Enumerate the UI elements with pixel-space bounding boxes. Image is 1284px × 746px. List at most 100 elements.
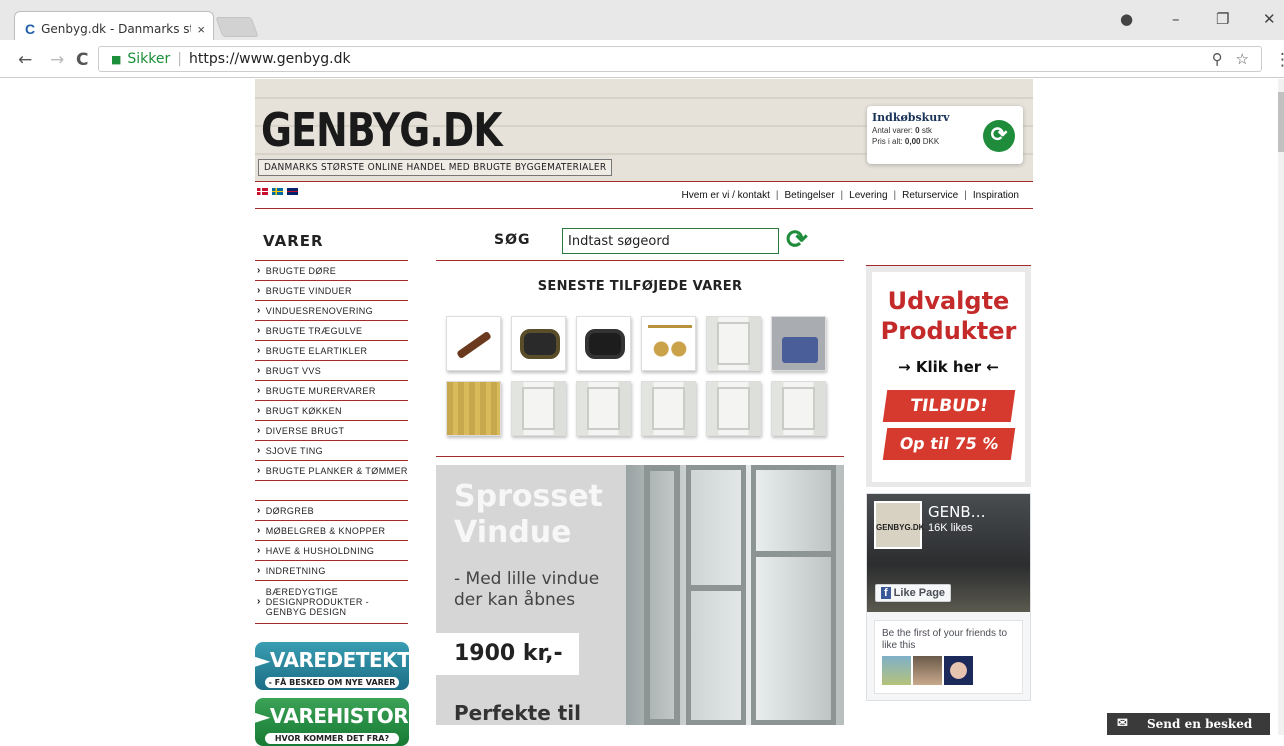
swedish-flag-icon[interactable] (272, 188, 283, 195)
zoom-icon[interactable]: ⚲ (1212, 50, 1223, 68)
like-label: Like Page (893, 587, 946, 599)
menu-icon[interactable]: ⋮ (1274, 50, 1284, 70)
sidebar-item[interactable]: HAVE & HUSHOLDNING (255, 541, 408, 561)
product-thumb[interactable] (446, 381, 501, 436)
minimize-button[interactable]: – (1172, 10, 1180, 28)
promo-title: Sprosset Vindue (454, 479, 603, 551)
sidebar-item[interactable]: DIVERSE BRUGT (255, 421, 408, 441)
main-column: SØG ⟳ SENESTE TILFØJEDE VARER (436, 216, 844, 725)
friend-avatar[interactable] (913, 656, 942, 685)
product-thumb[interactable] (706, 381, 761, 436)
promo-window-image (626, 465, 844, 725)
product-thumb[interactable] (771, 381, 826, 436)
reload-icon[interactable]: C (76, 50, 88, 70)
new-tab-button[interactable] (215, 17, 259, 37)
promo-title-line: Sprosset (454, 479, 603, 514)
search-go-icon[interactable]: ⟳ (786, 224, 808, 255)
browser-tab-bar: C Genbyg.dk - Danmarks st × ● – ❐ ✕ (0, 0, 1284, 40)
cart-refresh-icon[interactable]: ⟳ (983, 120, 1015, 152)
link-return[interactable]: Returservice (902, 190, 958, 201)
bookmark-star-icon[interactable]: ☆ (1236, 50, 1249, 68)
window-frame (751, 551, 836, 557)
window-frame (686, 585, 746, 591)
sidebar-item[interactable]: DØRGREB (255, 501, 408, 521)
sidebar-item[interactable]: VINDUESRENOVERING (255, 301, 408, 321)
sidebar-item[interactable]: MØBELGREB & KNOPPER (255, 521, 408, 541)
promo-price: 1900 kr,- (436, 633, 579, 675)
link-contact[interactable]: Hvem er vi / kontakt (682, 190, 770, 201)
chat-widget[interactable]: ✉ Send en besked (1107, 713, 1270, 735)
product-thumb[interactable] (511, 316, 566, 371)
varedetektiv-label: ►VAREDETEKTIV (255, 648, 433, 672)
url-text: https://www.genbyg.dk (189, 51, 351, 67)
browser-tab[interactable]: C Genbyg.dk - Danmarks st × (14, 11, 214, 40)
product-thumb[interactable] (576, 381, 631, 436)
search-bar: SØG ⟳ (436, 216, 844, 261)
friend-avatar[interactable] (944, 656, 973, 685)
page-content: GENBYG.DK DANMARKS STØRSTE ONLINE HANDEL… (0, 79, 1284, 746)
envelope-icon: ✉ (1117, 716, 1128, 731)
section-divider (436, 456, 844, 457)
promo-banner[interactable]: Sprosset Vindue - Med lille vindue der kan… (436, 465, 844, 725)
facebook-page-thumb[interactable]: GENBYG.DK (874, 501, 924, 549)
link-inspiration[interactable]: Inspiration (973, 190, 1019, 201)
shopping-cart[interactable]: Indkøbskurv Antal varer: 0 stk Pris i al… (867, 106, 1023, 164)
facebook-friends-box: Be the first of your friends to like thi… (874, 620, 1023, 694)
restore-button[interactable]: ❐ (1216, 10, 1229, 28)
uk-flag-icon[interactable] (287, 188, 298, 195)
featured-products-banner[interactable]: Udvalgte Produkter → Klik her ← TILBUD! … (866, 265, 1031, 487)
site-header: GENBYG.DK DANMARKS STØRSTE ONLINE HANDEL… (255, 79, 1033, 182)
varehistorier-button[interactable]: ►VAREHISTORIER HVOR KOMMER DET FRA? (255, 698, 444, 746)
product-thumb[interactable] (641, 316, 696, 371)
top-links: Hvem er vi / kontakt | Betingelser | Lever… (682, 190, 1019, 201)
page-scrollbar-thumb[interactable] (1278, 92, 1284, 152)
facebook-icon: f (881, 587, 891, 599)
link-terms[interactable]: Betingelser (785, 190, 835, 201)
back-icon[interactable]: ← (18, 50, 32, 70)
sidebar-spacer (255, 481, 408, 501)
url-field[interactable]: ■ Sikker | https://www.genbyg.dk ⚲ ☆ (98, 46, 1262, 72)
sidebar-item[interactable]: BRUGT VVS (255, 361, 408, 381)
product-thumb[interactable] (511, 381, 566, 436)
product-thumb[interactable] (446, 316, 501, 371)
sidebar-item[interactable]: SJOVE TING (255, 441, 408, 461)
link-separator: | (840, 190, 844, 201)
featured-inner: Udvalgte Produkter → Klik her ← TILBUD! … (872, 272, 1025, 482)
friend-avatar[interactable] (882, 656, 911, 685)
sidebar-item[interactable]: BRUGT KØKKEN (255, 401, 408, 421)
site-logo[interactable]: GENBYG.DK (261, 103, 503, 157)
varedetektiv-button[interactable]: ►VAREDETEKTIV - FÅ BESKED OM NYE VARER (255, 642, 433, 690)
sidebar-item[interactable]: BRUGTE PLANKER & TØMMER (255, 461, 408, 481)
close-window-button[interactable]: ✕ (1263, 10, 1276, 28)
page-scrollbar[interactable] (1278, 79, 1284, 735)
top-navigation: Hvem er vi / kontakt | Betingelser | Lever… (255, 182, 1033, 209)
product-thumb[interactable] (771, 316, 826, 371)
product-thumb[interactable] (641, 381, 696, 436)
facebook-likes: 16K likes (928, 522, 973, 534)
sidebar-item[interactable]: BRUGTE VINDUER (255, 281, 408, 301)
sidebar-item[interactable]: BÆREDYGTIGE DESIGNPRODUKTER - GENBYG DES… (255, 581, 408, 624)
tab-title: Genbyg.dk - Danmarks st (41, 22, 192, 36)
sidebar-item[interactable]: INDRETNING (255, 561, 408, 581)
product-thumb[interactable] (576, 316, 631, 371)
sidebar-item[interactable]: BRUGTE ELARTIKLER (255, 341, 408, 361)
latest-heading: SENESTE TILFØJEDE VARER (537, 279, 743, 294)
search-input[interactable] (562, 228, 779, 254)
profile-icon[interactable]: ● (1120, 10, 1133, 28)
sidebar-item[interactable]: BRUGTE DØRE (255, 261, 408, 281)
facebook-faces (882, 656, 1015, 685)
facebook-cover: GENBYG.DK GENB… 16K likes f Like Page (867, 494, 1030, 612)
sidebar-item[interactable]: BRUGTE MURERVARER (255, 381, 408, 401)
danish-flag-icon[interactable] (257, 188, 268, 195)
latest-products-grid (446, 316, 844, 436)
forward-icon[interactable]: → (50, 50, 64, 70)
facebook-like-button[interactable]: f Like Page (875, 584, 952, 602)
facebook-page-name[interactable]: GENB… (928, 503, 986, 521)
product-thumb[interactable] (706, 316, 761, 371)
sidebar-item[interactable]: BRUGTE TRÆGULVE (255, 321, 408, 341)
link-delivery[interactable]: Levering (849, 190, 887, 201)
tab-close-icon[interactable]: × (197, 22, 205, 37)
address-bar: ← → C ■ Sikker | https://www.genbyg.dk ⚲… (0, 40, 1284, 78)
window-frame (644, 465, 680, 725)
featured-title-1: Udvalgte (887, 287, 1010, 315)
